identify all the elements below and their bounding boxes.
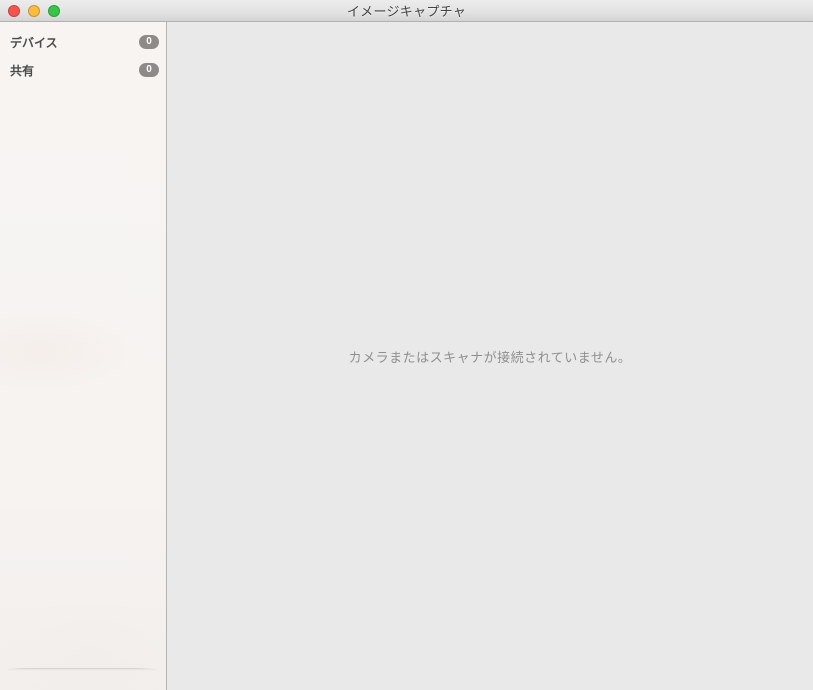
minimize-button[interactable] <box>28 5 40 17</box>
traffic-lights <box>8 0 60 22</box>
close-button[interactable] <box>8 5 20 17</box>
sidebar: デバイス 0 共有 0 <box>0 22 167 690</box>
shared-count-badge: 0 <box>139 63 159 77</box>
sidebar-section-devices: デバイス 0 <box>0 28 166 56</box>
sidebar-bottom-divider <box>8 668 156 669</box>
shared-label: 共有 <box>10 63 35 78</box>
window-title: イメージキャプチャ <box>346 4 467 19</box>
main-content: カメラまたはスキャナが接続されていません。 <box>167 22 813 690</box>
empty-state-message: カメラまたはスキャナが接続されていません。 <box>348 349 632 365</box>
devices-label: デバイス <box>10 35 58 50</box>
sidebar-section-shared: 共有 0 <box>0 56 166 84</box>
image-capture-window: イメージキャプチャ デバイス 0 共有 0 カメラまたはスキャナが接続されていま… <box>0 0 813 690</box>
devices-count-badge: 0 <box>139 35 159 49</box>
titlebar[interactable]: イメージキャプチャ <box>0 0 813 22</box>
window-body: デバイス 0 共有 0 カメラまたはスキャナが接続されていません。 <box>0 22 813 690</box>
zoom-button[interactable] <box>48 5 60 17</box>
